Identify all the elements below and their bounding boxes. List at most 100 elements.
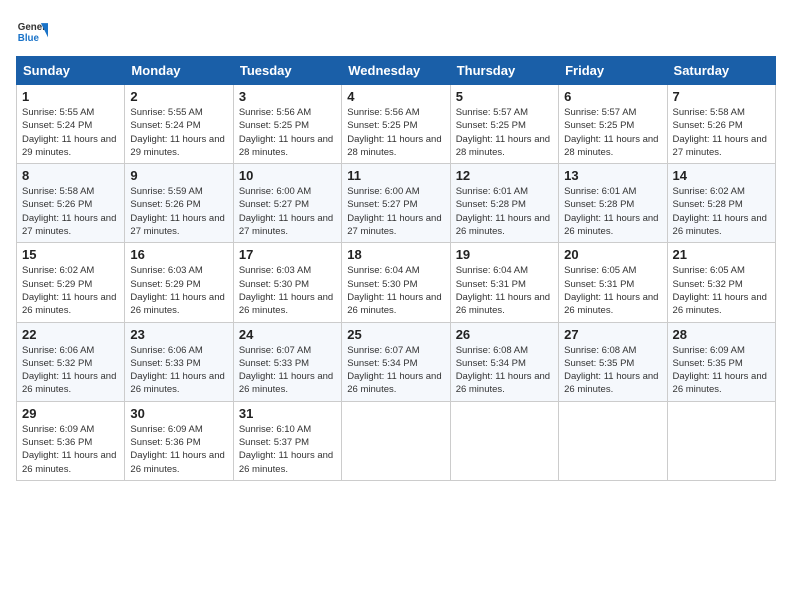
calendar-day-header: Friday <box>559 57 667 85</box>
day-info: Sunrise: 6:01 AMSunset: 5:28 PMDaylight:… <box>564 186 658 237</box>
calendar-cell: 13 Sunrise: 6:01 AMSunset: 5:28 PMDaylig… <box>559 164 667 243</box>
calendar-day-header: Thursday <box>450 57 558 85</box>
calendar-cell: 25 Sunrise: 6:07 AMSunset: 5:34 PMDaylig… <box>342 322 450 401</box>
day-info: Sunrise: 6:09 AMSunset: 5:36 PMDaylight:… <box>22 424 116 475</box>
day-number: 4 <box>347 89 444 104</box>
day-number: 25 <box>347 327 444 342</box>
calendar-cell: 8 Sunrise: 5:58 AMSunset: 5:26 PMDayligh… <box>17 164 125 243</box>
calendar-cell: 21 Sunrise: 6:05 AMSunset: 5:32 PMDaylig… <box>667 243 775 322</box>
day-number: 23 <box>130 327 227 342</box>
day-info: Sunrise: 6:06 AMSunset: 5:33 PMDaylight:… <box>130 345 224 396</box>
day-info: Sunrise: 6:07 AMSunset: 5:34 PMDaylight:… <box>347 345 441 396</box>
calendar-body: 1 Sunrise: 5:55 AMSunset: 5:24 PMDayligh… <box>17 85 776 481</box>
calendar-day-header: Sunday <box>17 57 125 85</box>
day-info: Sunrise: 6:07 AMSunset: 5:33 PMDaylight:… <box>239 345 333 396</box>
day-number: 9 <box>130 168 227 183</box>
day-number: 28 <box>673 327 770 342</box>
day-number: 27 <box>564 327 661 342</box>
day-info: Sunrise: 6:00 AMSunset: 5:27 PMDaylight:… <box>239 186 333 237</box>
calendar-cell: 12 Sunrise: 6:01 AMSunset: 5:28 PMDaylig… <box>450 164 558 243</box>
day-info: Sunrise: 6:05 AMSunset: 5:31 PMDaylight:… <box>564 265 658 316</box>
calendar-cell: 22 Sunrise: 6:06 AMSunset: 5:32 PMDaylig… <box>17 322 125 401</box>
day-number: 21 <box>673 247 770 262</box>
day-number: 8 <box>22 168 119 183</box>
day-number: 12 <box>456 168 553 183</box>
day-number: 20 <box>564 247 661 262</box>
calendar-cell: 9 Sunrise: 5:59 AMSunset: 5:26 PMDayligh… <box>125 164 233 243</box>
calendar-header-row: SundayMondayTuesdayWednesdayThursdayFrid… <box>17 57 776 85</box>
logo-icon: General Blue <box>16 16 48 48</box>
calendar-cell: 18 Sunrise: 6:04 AMSunset: 5:30 PMDaylig… <box>342 243 450 322</box>
svg-text:Blue: Blue <box>18 33 40 44</box>
day-info: Sunrise: 5:57 AMSunset: 5:25 PMDaylight:… <box>564 107 658 158</box>
calendar-cell: 29 Sunrise: 6:09 AMSunset: 5:36 PMDaylig… <box>17 401 125 480</box>
day-info: Sunrise: 6:03 AMSunset: 5:29 PMDaylight:… <box>130 265 224 316</box>
calendar-day-header: Wednesday <box>342 57 450 85</box>
calendar-cell: 17 Sunrise: 6:03 AMSunset: 5:30 PMDaylig… <box>233 243 341 322</box>
calendar-cell: 5 Sunrise: 5:57 AMSunset: 5:25 PMDayligh… <box>450 85 558 164</box>
calendar-cell <box>667 401 775 480</box>
day-number: 5 <box>456 89 553 104</box>
calendar-cell: 2 Sunrise: 5:55 AMSunset: 5:24 PMDayligh… <box>125 85 233 164</box>
day-number: 3 <box>239 89 336 104</box>
day-info: Sunrise: 5:57 AMSunset: 5:25 PMDaylight:… <box>456 107 550 158</box>
day-number: 19 <box>456 247 553 262</box>
day-info: Sunrise: 5:56 AMSunset: 5:25 PMDaylight:… <box>347 107 441 158</box>
calendar-week-row: 22 Sunrise: 6:06 AMSunset: 5:32 PMDaylig… <box>17 322 776 401</box>
day-info: Sunrise: 5:59 AMSunset: 5:26 PMDaylight:… <box>130 186 224 237</box>
day-info: Sunrise: 6:08 AMSunset: 5:34 PMDaylight:… <box>456 345 550 396</box>
calendar-day-header: Tuesday <box>233 57 341 85</box>
day-info: Sunrise: 6:01 AMSunset: 5:28 PMDaylight:… <box>456 186 550 237</box>
calendar-week-row: 1 Sunrise: 5:55 AMSunset: 5:24 PMDayligh… <box>17 85 776 164</box>
day-number: 14 <box>673 168 770 183</box>
calendar-cell: 6 Sunrise: 5:57 AMSunset: 5:25 PMDayligh… <box>559 85 667 164</box>
calendar-week-row: 29 Sunrise: 6:09 AMSunset: 5:36 PMDaylig… <box>17 401 776 480</box>
day-info: Sunrise: 6:09 AMSunset: 5:36 PMDaylight:… <box>130 424 224 475</box>
day-info: Sunrise: 6:04 AMSunset: 5:31 PMDaylight:… <box>456 265 550 316</box>
day-info: Sunrise: 6:04 AMSunset: 5:30 PMDaylight:… <box>347 265 441 316</box>
calendar-cell: 14 Sunrise: 6:02 AMSunset: 5:28 PMDaylig… <box>667 164 775 243</box>
day-info: Sunrise: 6:02 AMSunset: 5:28 PMDaylight:… <box>673 186 767 237</box>
day-number: 31 <box>239 406 336 421</box>
calendar-cell <box>450 401 558 480</box>
calendar-day-header: Saturday <box>667 57 775 85</box>
day-info: Sunrise: 6:02 AMSunset: 5:29 PMDaylight:… <box>22 265 116 316</box>
calendar-cell: 4 Sunrise: 5:56 AMSunset: 5:25 PMDayligh… <box>342 85 450 164</box>
calendar-week-row: 8 Sunrise: 5:58 AMSunset: 5:26 PMDayligh… <box>17 164 776 243</box>
calendar-week-row: 15 Sunrise: 6:02 AMSunset: 5:29 PMDaylig… <box>17 243 776 322</box>
day-number: 30 <box>130 406 227 421</box>
calendar-cell: 3 Sunrise: 5:56 AMSunset: 5:25 PMDayligh… <box>233 85 341 164</box>
day-number: 29 <box>22 406 119 421</box>
day-info: Sunrise: 5:55 AMSunset: 5:24 PMDaylight:… <box>22 107 116 158</box>
day-number: 13 <box>564 168 661 183</box>
page-header: General Blue <box>16 16 776 48</box>
calendar-cell: 24 Sunrise: 6:07 AMSunset: 5:33 PMDaylig… <box>233 322 341 401</box>
calendar-cell: 15 Sunrise: 6:02 AMSunset: 5:29 PMDaylig… <box>17 243 125 322</box>
calendar-cell: 20 Sunrise: 6:05 AMSunset: 5:31 PMDaylig… <box>559 243 667 322</box>
day-number: 16 <box>130 247 227 262</box>
calendar-cell: 19 Sunrise: 6:04 AMSunset: 5:31 PMDaylig… <box>450 243 558 322</box>
calendar-cell: 27 Sunrise: 6:08 AMSunset: 5:35 PMDaylig… <box>559 322 667 401</box>
day-info: Sunrise: 6:08 AMSunset: 5:35 PMDaylight:… <box>564 345 658 396</box>
day-number: 26 <box>456 327 553 342</box>
calendar-cell: 11 Sunrise: 6:00 AMSunset: 5:27 PMDaylig… <box>342 164 450 243</box>
calendar-cell: 28 Sunrise: 6:09 AMSunset: 5:35 PMDaylig… <box>667 322 775 401</box>
day-info: Sunrise: 5:58 AMSunset: 5:26 PMDaylight:… <box>673 107 767 158</box>
calendar-cell: 7 Sunrise: 5:58 AMSunset: 5:26 PMDayligh… <box>667 85 775 164</box>
day-number: 18 <box>347 247 444 262</box>
calendar-day-header: Monday <box>125 57 233 85</box>
calendar-cell: 10 Sunrise: 6:00 AMSunset: 5:27 PMDaylig… <box>233 164 341 243</box>
day-info: Sunrise: 5:55 AMSunset: 5:24 PMDaylight:… <box>130 107 224 158</box>
calendar-cell <box>342 401 450 480</box>
day-info: Sunrise: 6:03 AMSunset: 5:30 PMDaylight:… <box>239 265 333 316</box>
day-number: 1 <box>22 89 119 104</box>
calendar-cell: 16 Sunrise: 6:03 AMSunset: 5:29 PMDaylig… <box>125 243 233 322</box>
calendar-cell: 1 Sunrise: 5:55 AMSunset: 5:24 PMDayligh… <box>17 85 125 164</box>
logo: General Blue <box>16 16 48 48</box>
day-number: 17 <box>239 247 336 262</box>
day-info: Sunrise: 6:00 AMSunset: 5:27 PMDaylight:… <box>347 186 441 237</box>
day-number: 10 <box>239 168 336 183</box>
day-number: 6 <box>564 89 661 104</box>
day-info: Sunrise: 6:09 AMSunset: 5:35 PMDaylight:… <box>673 345 767 396</box>
calendar-cell: 23 Sunrise: 6:06 AMSunset: 5:33 PMDaylig… <box>125 322 233 401</box>
